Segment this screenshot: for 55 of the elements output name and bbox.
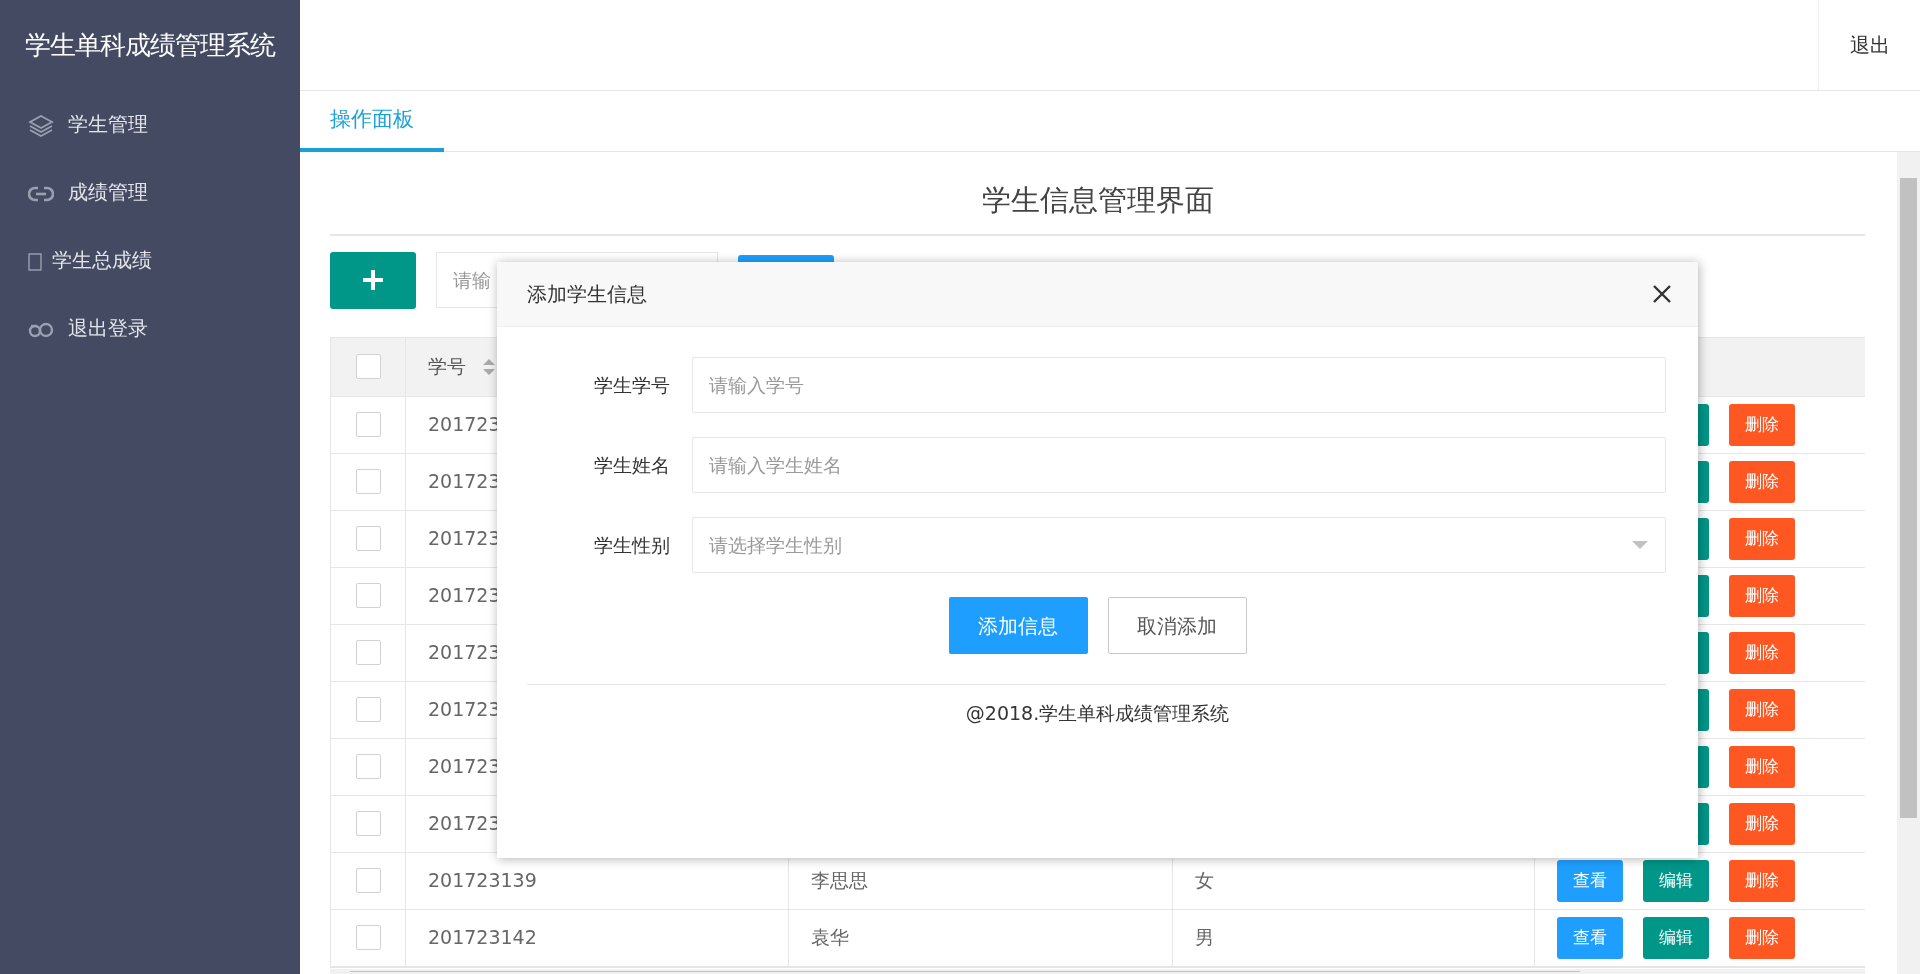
row-checkbox[interactable] <box>355 868 381 894</box>
row-checkbox[interactable] <box>355 925 381 951</box>
add-button[interactable] <box>330 251 416 309</box>
sidebar-item[interactable]: 学生管理 <box>0 90 300 158</box>
tab[interactable]: 操作面板 <box>300 91 444 152</box>
delete-button[interactable]: 删除 <box>1729 802 1795 845</box>
field-label: 学生姓名 <box>593 452 670 478</box>
add-info-button[interactable]: 添加信息 <box>948 597 1088 654</box>
delete-button[interactable]: 删除 <box>1729 688 1795 731</box>
field-label: 学生性别 <box>593 532 670 558</box>
page-title: 学生信息管理界面 <box>980 182 1215 219</box>
delete-button[interactable]: 删除 <box>1729 574 1795 617</box>
delete-button[interactable]: 删除 <box>1729 460 1795 503</box>
row-checkbox[interactable] <box>355 526 381 552</box>
delete-button[interactable]: 删除 <box>1729 403 1795 446</box>
row-checkbox[interactable] <box>355 640 381 666</box>
row-checkbox[interactable] <box>355 754 381 780</box>
sidebar-item[interactable]: 退出登录 <box>0 294 300 362</box>
footer-text: @2018.学生单科成绩管理系统 <box>965 701 1230 726</box>
table-cell-text: 袁华 <box>811 925 849 951</box>
delete-button[interactable]: 删除 <box>1729 517 1795 560</box>
select-all-checkbox[interactable] <box>355 354 381 380</box>
view-button[interactable]: 查看 <box>1557 859 1623 902</box>
caret-icon <box>1631 540 1649 550</box>
delete-button[interactable]: 删除 <box>1729 916 1795 959</box>
input-field[interactable]: 请输入学号 <box>692 357 1666 413</box>
edit-button[interactable]: 编辑 <box>1643 916 1709 959</box>
table-cell-text: 男 <box>1195 925 1214 951</box>
table-cell-text: 李思思 <box>811 868 868 894</box>
sidebar-item[interactable]: 学生总成绩 <box>0 226 300 294</box>
row-checkbox[interactable] <box>355 469 381 495</box>
table-cell-text: 女 <box>1195 868 1214 894</box>
row-checkbox[interactable] <box>355 583 381 609</box>
sidebar-item[interactable]: 成绩管理 <box>0 158 300 226</box>
dialog-title: 添加学生信息 <box>527 281 647 308</box>
view-button[interactable]: 查看 <box>1557 916 1623 959</box>
app-title: 学生单科成绩管理系统 <box>24 28 277 62</box>
delete-button[interactable]: 删除 <box>1729 859 1795 902</box>
row-checkbox[interactable] <box>355 811 381 837</box>
edit-button[interactable]: 编辑 <box>1643 859 1709 902</box>
delete-button[interactable]: 删除 <box>1729 745 1795 788</box>
plus-icon <box>362 269 384 292</box>
table-cell-text: 201723139 <box>428 868 537 894</box>
delete-button[interactable]: 删除 <box>1729 631 1795 674</box>
horizontal-scrollbar[interactable] <box>330 968 1865 974</box>
row-checkbox[interactable] <box>355 412 381 438</box>
input-field[interactable]: 请输入学生姓名 <box>692 437 1666 493</box>
vertical-scrollbar[interactable] <box>1897 152 1920 974</box>
logout-button[interactable]: 退出 <box>1818 0 1920 90</box>
table-cell-text: 201723142 <box>428 925 537 951</box>
cancel-button[interactable]: 取消添加 <box>1107 597 1247 654</box>
column-header: 学号 <box>428 354 466 380</box>
row-checkbox[interactable] <box>355 697 381 723</box>
gender-select[interactable]: 请选择学生性别 <box>692 517 1666 573</box>
field-label: 学生学号 <box>593 372 670 398</box>
